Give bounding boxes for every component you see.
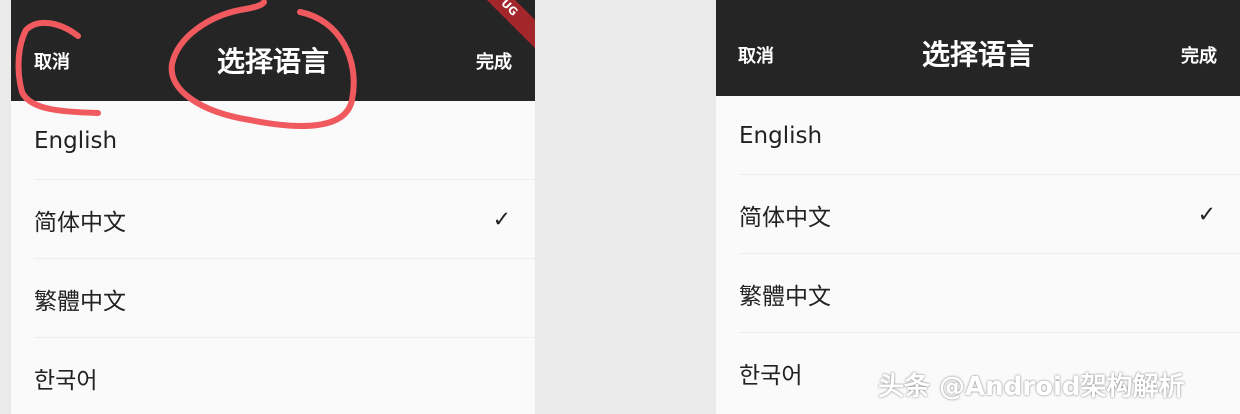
language-item-simplified-chinese[interactable]: 简体中文 ✓ <box>716 175 1240 254</box>
checkmark-icon: ✓ <box>1197 202 1216 227</box>
language-label: 繁體中文 <box>34 288 126 315</box>
left-screen: UG 取消 选择语言 完成 English 简体中文 ✓ 繁體中文 한국어 <box>11 0 535 414</box>
checkmark-icon: ✓ <box>492 207 511 232</box>
language-item-traditional-chinese[interactable]: 繁體中文 <box>11 259 535 338</box>
language-list: English 简体中文 ✓ 繁體中文 한국어 <box>11 101 535 414</box>
language-item-korean[interactable]: 한국어 <box>11 338 535 414</box>
done-button[interactable]: 完成 <box>476 54 512 72</box>
page-title: 选择语言 <box>921 38 1034 71</box>
language-item-english[interactable]: English <box>716 96 1240 175</box>
language-list: English 简体中文 ✓ 繁體中文 한국어 <box>716 96 1240 412</box>
language-label: 한국어 <box>739 362 803 389</box>
language-label: English <box>739 122 823 149</box>
language-item-traditional-chinese[interactable]: 繁體中文 <box>716 254 1240 333</box>
language-label: English <box>34 127 118 154</box>
navigation-bar: 取消 选择语言 完成 <box>716 0 1240 96</box>
comparison-stage: UG 取消 选择语言 完成 English 简体中文 ✓ 繁體中文 한국어 取消… <box>0 0 1240 414</box>
language-label: 简体中文 <box>34 209 126 236</box>
language-item-simplified-chinese[interactable]: 简体中文 ✓ <box>11 180 535 259</box>
done-button[interactable]: 完成 <box>1181 48 1217 66</box>
watermark: 头条 @Android架构解析 <box>878 372 1185 402</box>
right-screen: 取消 选择语言 完成 English 简体中文 ✓ 繁體中文 한국어 <box>716 0 1240 414</box>
language-item-english[interactable]: English <box>11 101 535 180</box>
language-label: 한국어 <box>34 367 98 394</box>
language-label: 繁體中文 <box>739 283 831 310</box>
language-label: 简体中文 <box>739 204 831 231</box>
page-title: 选择语言 <box>216 45 329 78</box>
navigation-bar: UG 取消 选择语言 完成 <box>11 0 535 101</box>
